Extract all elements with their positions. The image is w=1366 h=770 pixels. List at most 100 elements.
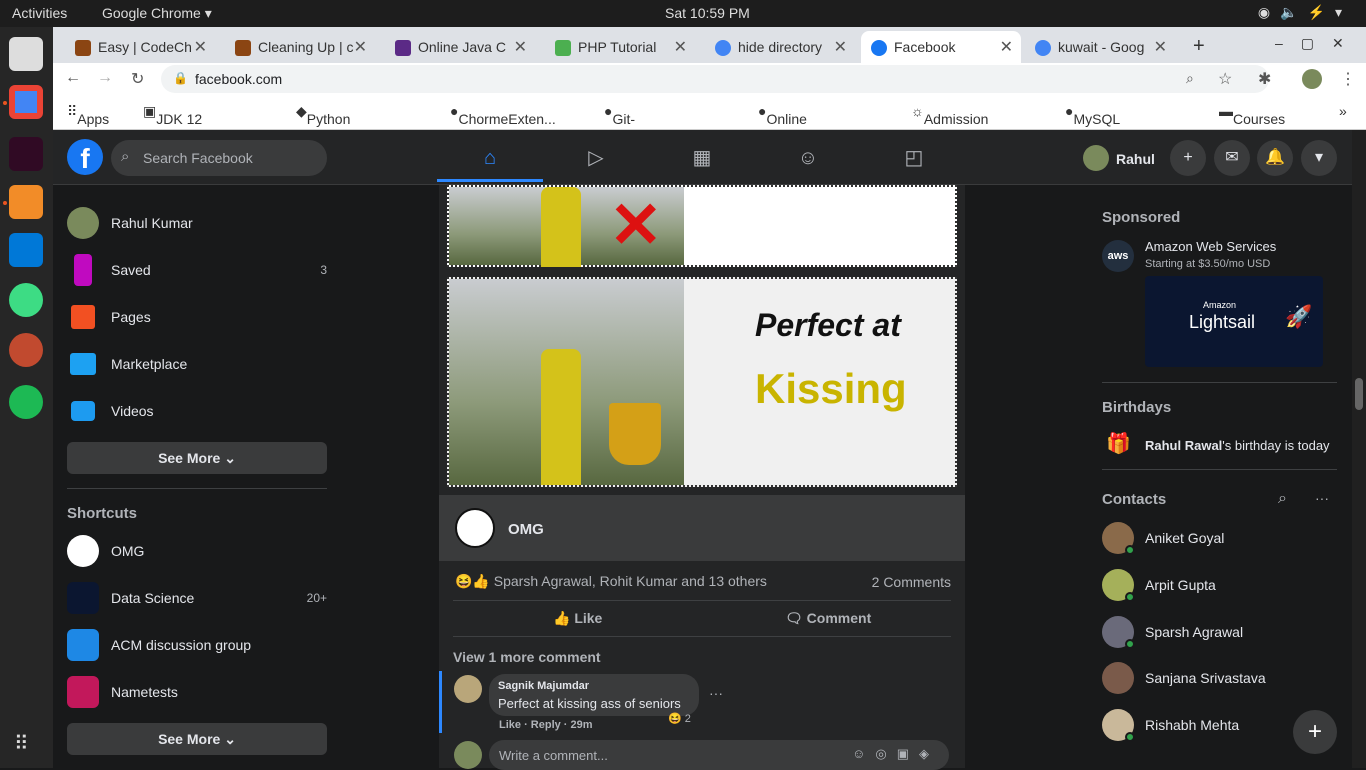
close-icon[interactable]: ✕ — [194, 37, 207, 57]
tab-5[interactable]: Facebook ✕ — [861, 31, 1021, 63]
sidebar-item-videos[interactable]: Videos — [67, 391, 327, 431]
tab-1[interactable]: Cleaning Up | c ✕ — [225, 31, 375, 63]
system-tray-icons[interactable]: ◉🔈⚡▾ — [1258, 4, 1352, 21]
tab-2[interactable]: Online Java C ✕ — [385, 31, 535, 63]
comments-count[interactable]: 2 Comments — [872, 574, 951, 590]
bookmark-admission[interactable]: ● Online Admiss... — [758, 103, 824, 143]
comment-tool-icons[interactable]: ☺◎▣◈ — [852, 746, 939, 762]
bookmark-python[interactable]: ◆ Python Docu... — [296, 103, 351, 143]
shortcut-acm[interactable]: ACM discussion group — [67, 625, 327, 665]
create-button[interactable]: + — [1170, 140, 1206, 176]
shortcut-nametests[interactable]: Nametests — [67, 672, 327, 712]
clock[interactable]: Sat 10:59 PM — [665, 5, 750, 21]
bookmarks-overflow-icon[interactable]: » — [1339, 103, 1347, 119]
avatar[interactable] — [454, 675, 482, 703]
window-controls[interactable]: –▢✕ — [1275, 35, 1362, 52]
sidebar-item-saved[interactable]: Saved 3 — [67, 250, 327, 290]
bookmark-chrome-ext[interactable]: ● ChormeExten... — [450, 103, 556, 127]
contact-item[interactable]: Sanjana Srivastava — [1102, 660, 1342, 700]
post-image-top[interactable]: ✕ — [447, 185, 957, 267]
contact-item[interactable]: Arpit Gupta — [1102, 567, 1342, 607]
sublime-icon[interactable] — [9, 185, 43, 219]
bookmark-jdk[interactable]: ▣ JDK 12 Docum... — [143, 103, 212, 143]
close-icon[interactable]: ✕ — [514, 37, 527, 57]
new-message-button[interactable]: + — [1293, 710, 1337, 754]
close-icon[interactable]: ✕ — [354, 37, 367, 57]
ad-image[interactable]: Amazon Lightsail 🚀 — [1145, 276, 1323, 367]
show-apps-icon[interactable]: ⠿ — [14, 731, 29, 756]
nav-watch[interactable]: ▷ — [543, 138, 649, 182]
see-more-button[interactable]: See More ⌄ — [67, 442, 327, 474]
avatar[interactable] — [1083, 145, 1109, 171]
search-icon[interactable]: ⌕ — [1278, 490, 1287, 508]
view-more-comments[interactable]: View 1 more comment — [453, 649, 601, 665]
sidebar-item-profile[interactable]: Rahul Kumar — [67, 203, 327, 243]
write-comment-input[interactable]: Write a comment... ☺◎▣◈ — [489, 740, 949, 770]
shortcut-omg[interactable]: OMG — [67, 531, 327, 571]
bookmark-courses[interactable]: ▬ Courses — [1219, 103, 1285, 127]
tab-6[interactable]: kuwait - Goog ✕ — [1025, 31, 1175, 63]
vscode-icon[interactable] — [9, 233, 43, 267]
new-tab-button[interactable]: + — [1193, 35, 1205, 58]
comment-actions[interactable]: Like · Reply · 29m — [499, 719, 593, 731]
comment-options-icon[interactable]: ··· — [709, 685, 723, 701]
settings-icon[interactable] — [9, 333, 43, 367]
nav-home[interactable]: ⌂ — [437, 138, 543, 182]
terminal-icon[interactable] — [9, 137, 43, 171]
bookmark-apps[interactable]: ⠿ Apps — [67, 103, 109, 127]
profile-name[interactable]: Rahul — [1116, 151, 1155, 167]
back-icon[interactable]: ← — [65, 69, 81, 87]
aws-logo[interactable]: aws — [1102, 240, 1134, 272]
sidebar-item-marketplace[interactable]: Marketplace — [67, 344, 327, 384]
tab-0[interactable]: Easy | CodeCh ✕ — [65, 31, 215, 63]
shortcut-data-science[interactable]: Data Science 20+ — [67, 578, 327, 618]
close-icon[interactable]: ✕ — [834, 37, 847, 57]
search-input[interactable]: ⌕ Search Facebook — [111, 140, 327, 176]
account-menu-icon[interactable]: ▾ — [1301, 140, 1337, 176]
zoom-icon[interactable]: ⌕ — [1186, 70, 1194, 87]
star-icon[interactable]: ☆ — [1218, 69, 1232, 89]
scrollbar-thumb[interactable] — [1355, 378, 1363, 410]
files-icon[interactable] — [9, 37, 43, 71]
forward-icon[interactable]: → — [97, 69, 113, 87]
bookmark-mysql[interactable]: ● MySQL Cheat... — [1065, 103, 1123, 143]
notifications-icon[interactable]: 🔔 — [1257, 140, 1293, 176]
page-attribution[interactable]: OMG — [439, 495, 965, 561]
app-menu[interactable]: Google Chrome ▾ — [102, 5, 212, 22]
nav-marketplace[interactable]: ▦ — [649, 138, 755, 182]
chrome-icon[interactable] — [9, 85, 43, 119]
nav-groups[interactable]: ☺ — [755, 138, 861, 182]
reactions-summary[interactable]: 😆👍 Sparsh Agrawal, Rohit Kumar and 13 ot… — [455, 573, 767, 590]
menu-icon[interactable]: ⋮ — [1340, 69, 1356, 89]
close-icon[interactable]: ✕ — [1154, 37, 1167, 57]
birthday-text[interactable]: Rahul Rawal's birthday is today — [1145, 438, 1330, 453]
bookmark-admission-guide[interactable]: ☼ Admission Gui... — [911, 103, 988, 143]
android-studio-icon[interactable] — [9, 283, 43, 317]
reload-icon[interactable]: ↻ — [131, 69, 144, 89]
close-icon[interactable]: ✕ — [674, 37, 687, 57]
messenger-icon[interactable]: ✉ — [1214, 140, 1250, 176]
bookmark-git[interactable]: ● Git-Command... — [604, 103, 689, 143]
spotify-icon[interactable] — [9, 385, 43, 419]
comment-reaction[interactable]: 😆 2 — [668, 712, 691, 725]
close-icon[interactable]: ✕ — [1000, 37, 1013, 57]
contact-item[interactable]: Sparsh Agrawal — [1102, 614, 1342, 654]
profile-avatar[interactable] — [1302, 69, 1322, 89]
extension-icon[interactable]: ✱ — [1258, 69, 1271, 89]
page-scrollbar[interactable] — [1352, 130, 1366, 768]
comment-author[interactable]: Sagnik Majumdar — [498, 680, 589, 692]
see-more-shortcuts-button[interactable]: See More ⌄ — [67, 723, 327, 755]
address-bar[interactable]: 🔒 facebook.com — [161, 65, 1269, 93]
sidebar-item-pages[interactable]: Pages — [67, 297, 327, 337]
tab-3[interactable]: PHP Tutorial ✕ — [545, 31, 695, 63]
comment-button[interactable]: 🗨 Comment — [785, 610, 871, 627]
post-image-bottom[interactable]: Perfect at Kissing — [447, 277, 957, 487]
contact-item[interactable]: Aniket Goyal — [1102, 520, 1342, 560]
nav-gaming[interactable]: ◰ — [861, 138, 967, 182]
more-options-icon[interactable]: ··· — [1315, 490, 1329, 506]
like-button[interactable]: 👍 Like — [553, 610, 602, 627]
facebook-logo[interactable]: f — [67, 139, 103, 175]
tab-4[interactable]: hide directory ✕ — [705, 31, 855, 63]
ad-title[interactable]: Amazon Web Services — [1145, 239, 1276, 254]
activities-button[interactable]: Activities — [12, 5, 67, 21]
